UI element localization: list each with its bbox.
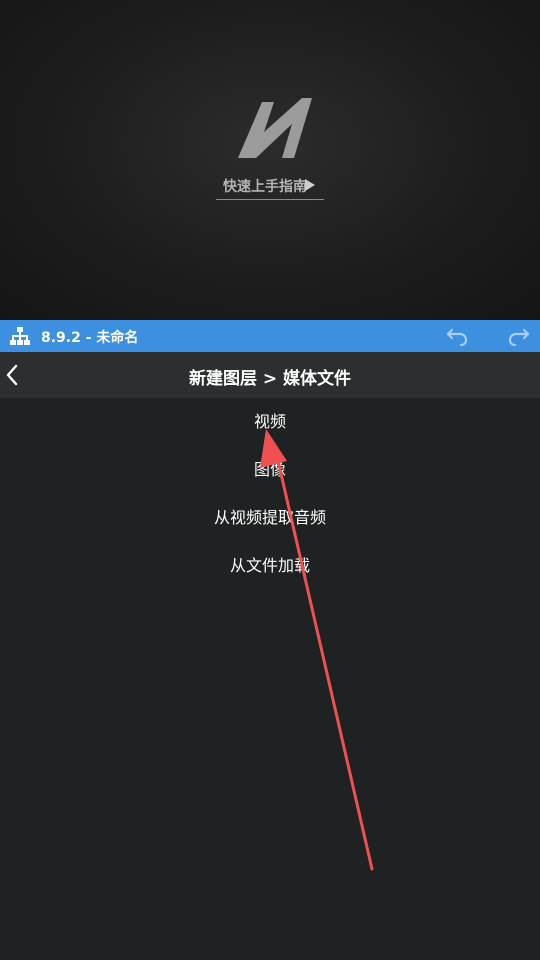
project-status-bar: 8.9.2 - 未命名 (0, 320, 540, 352)
play-icon (305, 179, 315, 191)
menu-item-image[interactable]: 图像 (0, 448, 540, 492)
quick-start-guide-link[interactable]: 快速上手指南 (216, 174, 324, 200)
quick-start-guide-label: 快速上手指南 (223, 179, 307, 195)
app-logo-icon (238, 98, 312, 158)
undo-icon[interactable] (446, 326, 468, 346)
media-file-menu: 视频 图像 从视频提取音频 从文件加载 (0, 398, 540, 960)
layer-tree-icon[interactable] (10, 327, 30, 345)
page-title: 新建图层 > 媒体文件 (188, 369, 352, 389)
menu-header: 新建图层 > 媒体文件 (0, 352, 540, 398)
menu-item-load-from-file[interactable]: 从文件加载 (0, 544, 540, 588)
app-screen: 快速上手指南 8.9.2 - 未命名 新建图层 > 媒体文件 视频 图像 从视频… (0, 0, 540, 960)
preview-canvas[interactable]: 快速上手指南 (0, 0, 540, 320)
redo-icon[interactable] (508, 326, 530, 346)
menu-item-extract-audio[interactable]: 从视频提取音频 (0, 496, 540, 540)
menu-item-video[interactable]: 视频 (0, 400, 540, 444)
project-title: 8.9.2 - 未命名 (41, 330, 139, 346)
chevron-left-icon[interactable] (2, 362, 26, 388)
